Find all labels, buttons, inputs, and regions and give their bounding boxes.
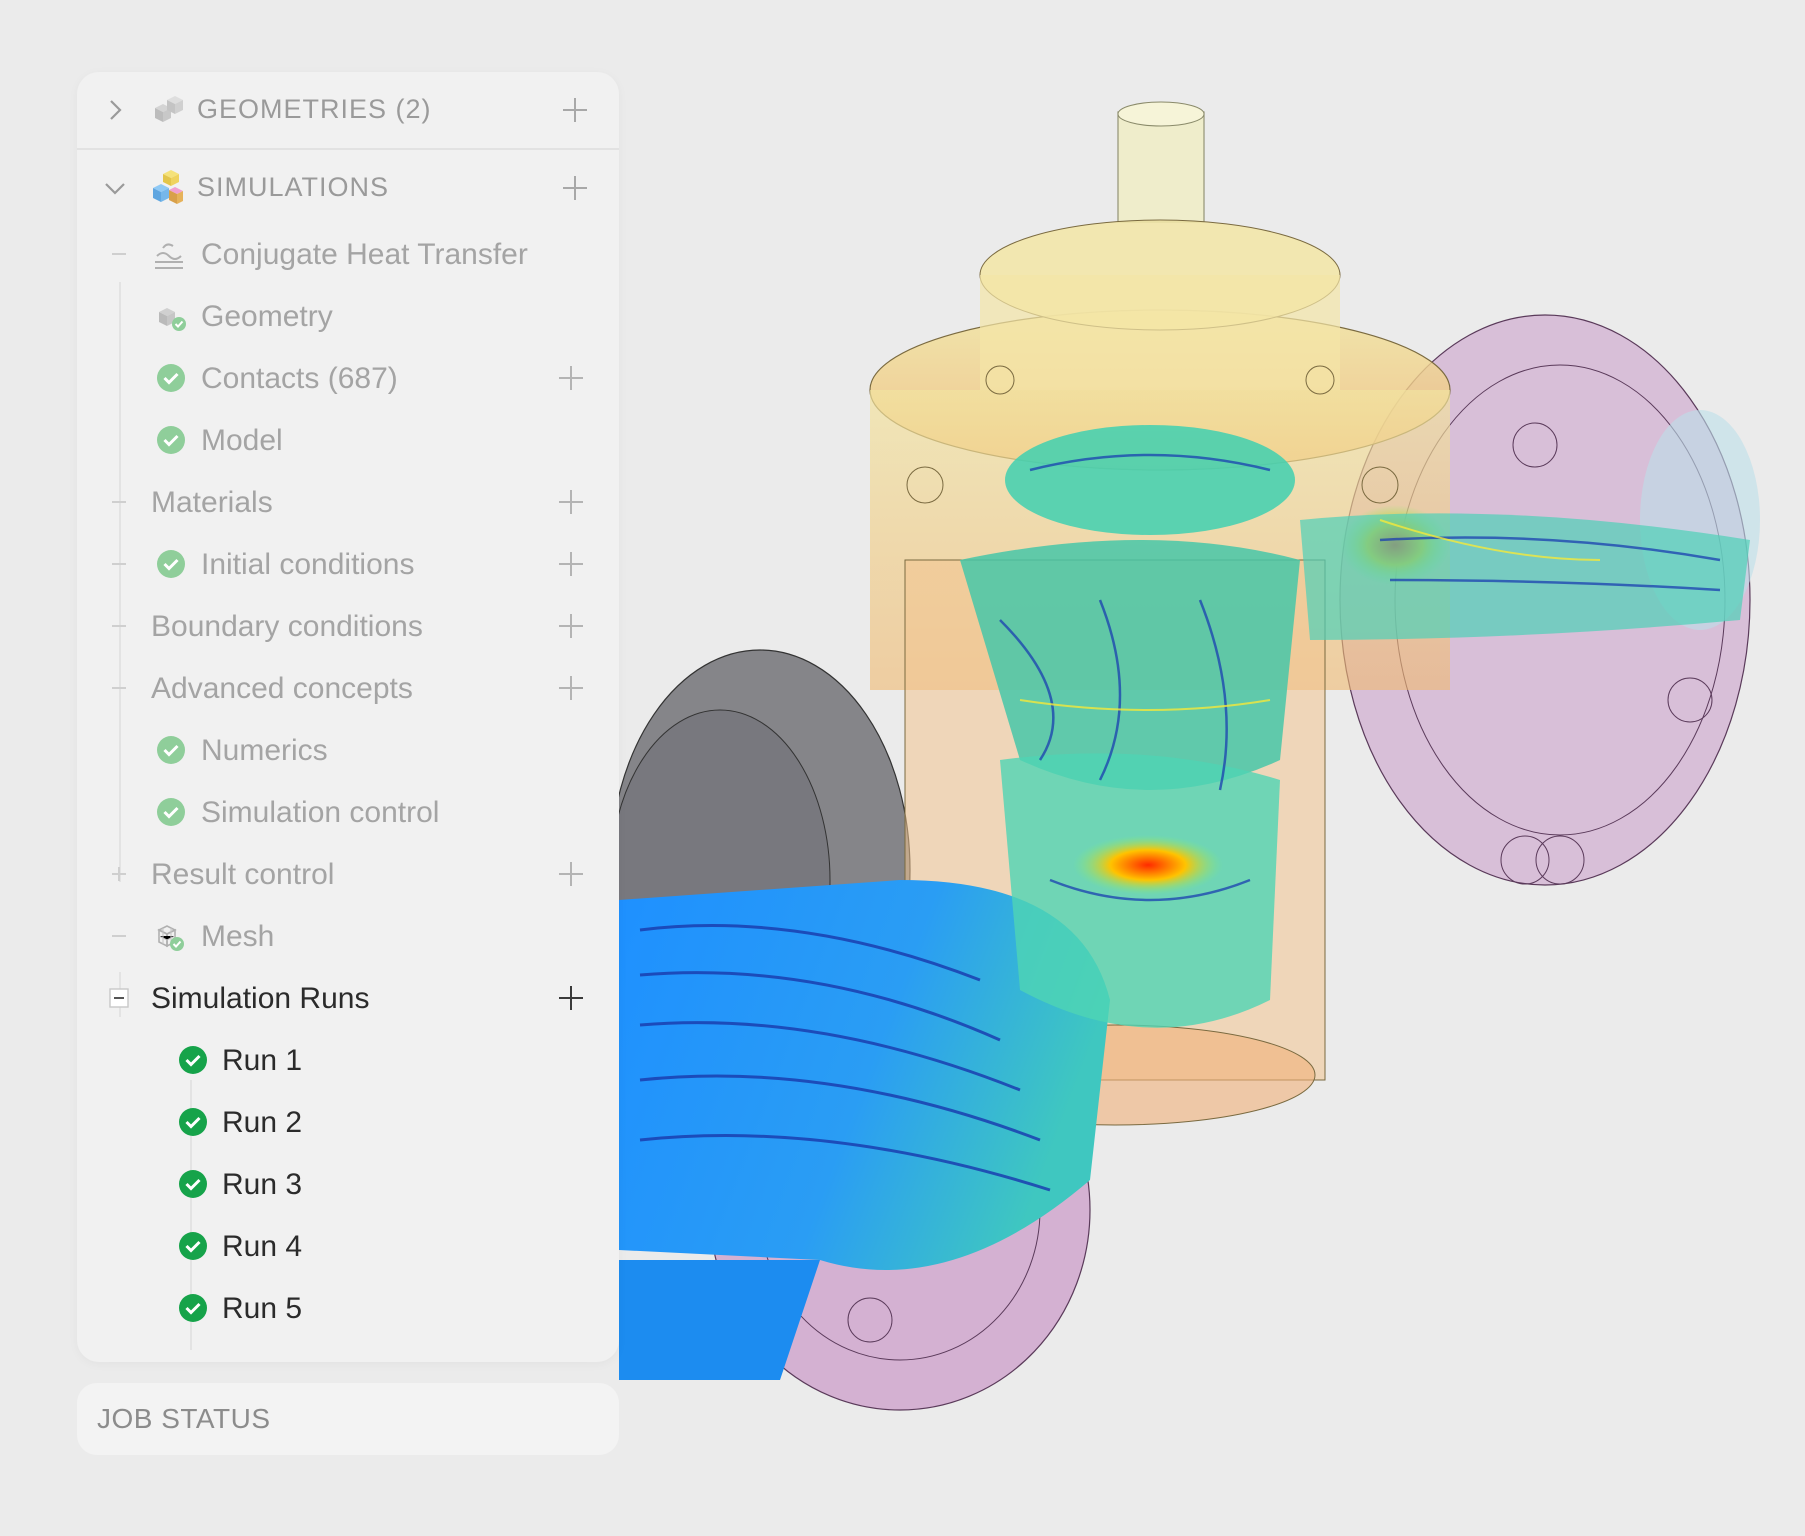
check-circle-icon <box>179 1108 207 1136</box>
simulations-icon <box>153 170 183 204</box>
tree-item-label: Boundary conditions <box>151 610 423 643</box>
collapse-icon[interactable] <box>109 554 129 574</box>
tree-item-advanced-concepts[interactable]: Advanced concepts <box>77 658 619 718</box>
add-geometry-button[interactable] <box>561 96 589 124</box>
tree-item-initial-conditions[interactable]: Initial conditions <box>77 534 619 594</box>
geometries-icon <box>155 96 183 122</box>
tree-item-conjugate-heat-transfer[interactable]: Conjugate Heat Transfer <box>77 224 619 284</box>
add-simulation-button[interactable] <box>561 174 589 202</box>
run-item[interactable]: Run 3 <box>77 1154 619 1214</box>
run-label: Run 2 <box>222 1106 303 1139</box>
geometries-section-header[interactable]: GEOMETRIES (2) <box>77 72 619 150</box>
add-result-control-button[interactable] <box>557 860 585 888</box>
add-advanced-concept-button[interactable] <box>557 674 585 702</box>
tree-item-label: Advanced concepts <box>151 672 413 705</box>
tree-item-geometry[interactable]: Geometry <box>77 286 619 346</box>
add-contact-button[interactable] <box>557 364 585 392</box>
check-circle-icon <box>179 1046 207 1074</box>
run-label: Run 3 <box>222 1168 303 1201</box>
tree-item-label: Numerics <box>201 734 328 767</box>
tree-item-label: Simulation Runs <box>151 982 370 1015</box>
geometry-check-icon <box>159 308 186 331</box>
tree-item-label: Materials <box>151 486 273 519</box>
tree-item-label: Model <box>201 424 283 457</box>
tree-item-mesh[interactable]: Mesh <box>77 906 619 966</box>
run-label: Run 1 <box>222 1044 303 1077</box>
run-label: Run 5 <box>222 1292 303 1325</box>
tree-item-label: Contacts (687) <box>201 362 398 395</box>
chevron-right-icon[interactable] <box>103 98 127 122</box>
tree-item-simulation-runs[interactable]: Simulation Runs <box>77 968 619 1028</box>
add-boundary-condition-button[interactable] <box>557 612 585 640</box>
check-circle-icon <box>157 550 185 578</box>
collapse-icon[interactable] <box>109 926 129 946</box>
tree-item-materials[interactable]: Materials <box>77 472 619 532</box>
check-circle-icon <box>157 736 185 764</box>
add-simulation-run-button[interactable] <box>557 984 585 1012</box>
tree-item-label: Initial conditions <box>201 548 415 581</box>
job-status-panel[interactable]: JOB STATUS <box>77 1383 619 1455</box>
expand-icon[interactable] <box>109 864 129 884</box>
check-circle-icon <box>179 1170 207 1198</box>
job-status-label: JOB STATUS <box>97 1403 271 1434</box>
tree-item-label: Mesh <box>201 920 275 953</box>
tree-item-boundary-conditions[interactable]: Boundary conditions <box>77 596 619 656</box>
tree-item-label: Result control <box>151 858 335 891</box>
tree-item-label: Conjugate Heat Transfer <box>201 238 528 271</box>
run-item[interactable]: Run 5 <box>77 1278 619 1338</box>
chevron-down-icon[interactable] <box>103 176 127 200</box>
run-item[interactable]: Run 4 <box>77 1216 619 1276</box>
collapse-icon[interactable] <box>109 988 129 1008</box>
simulations-section-header[interactable]: SIMULATIONS <box>77 150 619 226</box>
simulations-header-label: SIMULATIONS <box>197 172 390 202</box>
tree-item-numerics[interactable]: Numerics <box>77 720 619 780</box>
add-material-button[interactable] <box>557 488 585 516</box>
collapse-icon[interactable] <box>109 678 129 698</box>
run-label: Run 4 <box>222 1230 303 1263</box>
check-circle-icon <box>157 364 185 392</box>
check-circle-icon <box>179 1294 207 1322</box>
tree-item-label: Geometry <box>201 300 333 333</box>
check-circle-icon <box>157 426 185 454</box>
tree-item-model[interactable]: Model <box>77 410 619 470</box>
collapse-icon[interactable] <box>109 616 129 636</box>
mesh-icon <box>157 925 184 951</box>
run-item[interactable]: Run 1 <box>77 1030 619 1090</box>
tree-item-result-control[interactable]: Result control <box>77 844 619 904</box>
run-item[interactable]: Run 2 <box>77 1092 619 1152</box>
tree-item-label: Simulation control <box>201 796 440 829</box>
geometries-header-label: GEOMETRIES (2) <box>197 94 432 124</box>
collapse-icon[interactable] <box>109 492 129 512</box>
check-circle-icon <box>157 798 185 826</box>
simulation-tree-panel: GEOMETRIES (2) SIMULATIONS Conjugate Hea… <box>77 72 619 1362</box>
tree-item-contacts[interactable]: Contacts (687) <box>77 348 619 408</box>
add-initial-condition-button[interactable] <box>557 550 585 578</box>
valve-model <box>609 101 1760 1411</box>
heat-transfer-icon <box>155 243 183 269</box>
check-circle-icon <box>179 1232 207 1260</box>
collapse-icon[interactable] <box>109 244 129 264</box>
tree-item-simulation-control[interactable]: Simulation control <box>77 782 619 842</box>
